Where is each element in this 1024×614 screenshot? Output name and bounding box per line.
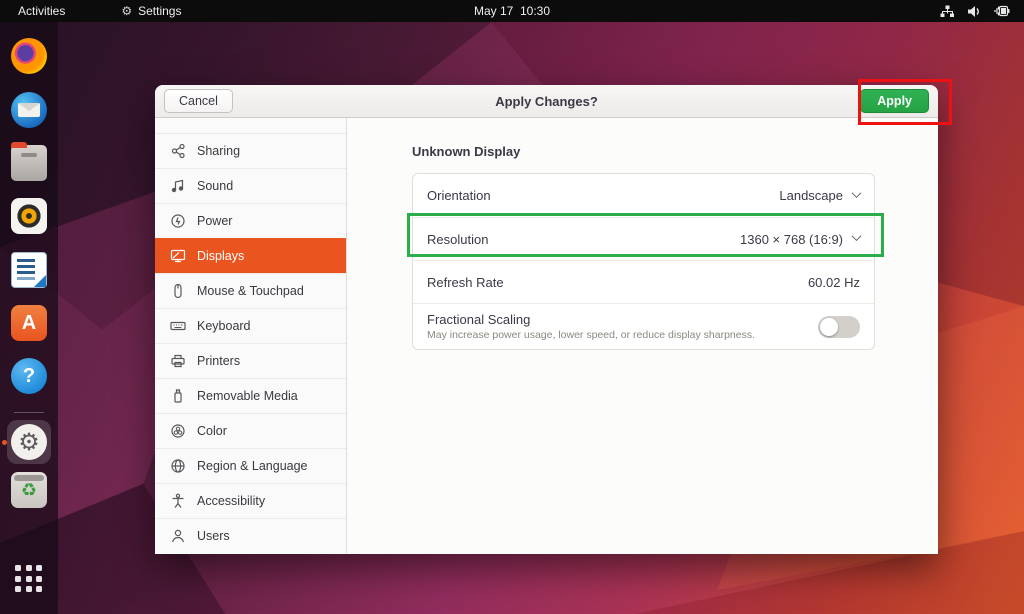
toggle-knob (820, 318, 838, 336)
sidebar-item-power[interactable]: Power (155, 203, 346, 238)
envelope-icon (18, 103, 40, 117)
chevron-down-icon (852, 231, 862, 241)
sidebar-item-displays[interactable]: Displays (155, 238, 346, 273)
sidebar-item-users[interactable]: Users (155, 518, 346, 553)
chevron-down-icon (852, 188, 862, 198)
sidebar-item-label: Printers (197, 354, 240, 368)
section-title: Unknown Display (412, 144, 938, 159)
settings-appmenu[interactable]: ⚙ Settings (111, 0, 191, 22)
music-note-icon (170, 178, 186, 194)
display-settings-panel: Unknown Display Orientation Landscape Re… (347, 118, 938, 553)
show-applications-button[interactable] (15, 565, 43, 593)
resolution-row[interactable]: Resolution 1360 × 768 (16:9) (413, 217, 874, 260)
ubuntu-software-icon[interactable]: A (11, 305, 47, 341)
cancel-button[interactable]: Cancel (164, 89, 233, 113)
sidebar-item-label: Users (197, 529, 230, 543)
refresh-rate-value: 60.02 Hz (808, 275, 860, 290)
settings-appmenu-label: Settings (138, 4, 181, 18)
rhythmbox-icon[interactable] (11, 198, 47, 234)
dock-separator (14, 412, 44, 413)
resolution-value: 1360 × 768 (16:9) (740, 232, 843, 247)
power-icon (170, 213, 186, 229)
sidebar-item-sound[interactable]: Sound (155, 168, 346, 203)
sidebar-item-label: Power (197, 214, 232, 228)
color-wheel-icon (170, 423, 186, 439)
orientation-value: Landscape (779, 188, 843, 203)
gear-icon: ⚙ (121, 5, 132, 17)
fractional-scaling-row: Fractional Scaling May increase power us… (413, 303, 874, 349)
settings-app-icon[interactable]: ⚙ (11, 424, 47, 460)
window-title: Apply Changes? (495, 94, 598, 109)
files-icon[interactable] (11, 145, 47, 181)
sidebar-item-region-language[interactable]: Region & Language (155, 448, 346, 483)
help-icon[interactable]: ? (11, 358, 47, 394)
apply-button[interactable]: Apply (860, 89, 929, 113)
dock: A ? ⚙ ♻ (0, 22, 58, 614)
volume-icon[interactable] (967, 5, 981, 18)
battery-charging-icon[interactable] (993, 5, 1010, 17)
mouse-icon (170, 283, 186, 299)
activities-button[interactable]: Activities (8, 0, 75, 22)
sidebar-item-label: Removable Media (197, 389, 298, 403)
firefox-icon[interactable] (11, 38, 47, 74)
resolution-label: Resolution (427, 232, 488, 247)
sidebar: Sharing Sound Power Displays Mouse & Tou… (155, 118, 347, 553)
sidebar-item-label: Region & Language (197, 459, 308, 473)
sidebar-item-label: Displays (197, 249, 244, 263)
settings-window: Cancel Apply Changes? Apply Sharing Soun… (155, 85, 938, 554)
user-icon (170, 528, 186, 544)
flash-drive-icon (170, 388, 186, 404)
display-settings-card: Orientation Landscape Resolution 1360 × … (412, 173, 875, 350)
share-icon (170, 143, 186, 159)
sidebar-item-label: Keyboard (197, 319, 251, 333)
network-icon[interactable] (940, 5, 955, 18)
sidebar-item-accessibility[interactable]: Accessibility (155, 483, 346, 518)
sidebar-item-sharing[interactable]: Sharing (155, 133, 346, 168)
window-body: Sharing Sound Power Displays Mouse & Tou… (155, 118, 938, 553)
thunderbird-icon[interactable] (11, 92, 47, 128)
refresh-rate-label: Refresh Rate (427, 275, 504, 290)
activities-label: Activities (18, 4, 65, 18)
trash-icon[interactable]: ♻ (11, 472, 47, 508)
top-bar: Activities ⚙ Settings May 17 10:30 (0, 0, 1024, 22)
refresh-rate-row: Refresh Rate 60.02 Hz (413, 260, 874, 303)
clock[interactable]: May 17 10:30 (474, 4, 550, 18)
sidebar-item-label: Accessibility (197, 494, 265, 508)
libreoffice-writer-icon[interactable] (11, 252, 47, 288)
sidebar-item-color[interactable]: Color (155, 413, 346, 448)
accessibility-icon (170, 493, 186, 509)
orientation-row[interactable]: Orientation Landscape (413, 174, 874, 217)
sidebar-item-label: Sharing (197, 144, 240, 158)
sidebar-item-mouse-touchpad[interactable]: Mouse & Touchpad (155, 273, 346, 308)
display-icon (170, 248, 186, 264)
fractional-scaling-toggle[interactable] (818, 316, 860, 338)
sidebar-item-label: Sound (197, 179, 233, 193)
printer-icon (170, 353, 186, 369)
globe-icon (170, 458, 186, 474)
sidebar-item-printers[interactable]: Printers (155, 343, 346, 378)
running-indicator-dot (2, 440, 7, 445)
fractional-scaling-label: Fractional Scaling (427, 312, 530, 327)
sidebar-item-removable-media[interactable]: Removable Media (155, 378, 346, 413)
orientation-label: Orientation (427, 188, 491, 203)
header-bar: Cancel Apply Changes? Apply (155, 85, 938, 118)
fractional-scaling-description: May increase power usage, lower speed, o… (427, 329, 755, 341)
keyboard-icon (170, 318, 186, 334)
system-tray[interactable] (940, 5, 1024, 18)
sidebar-item-label: Mouse & Touchpad (197, 284, 304, 298)
sidebar-item-label: Color (197, 424, 227, 438)
sidebar-item-keyboard[interactable]: Keyboard (155, 308, 346, 343)
